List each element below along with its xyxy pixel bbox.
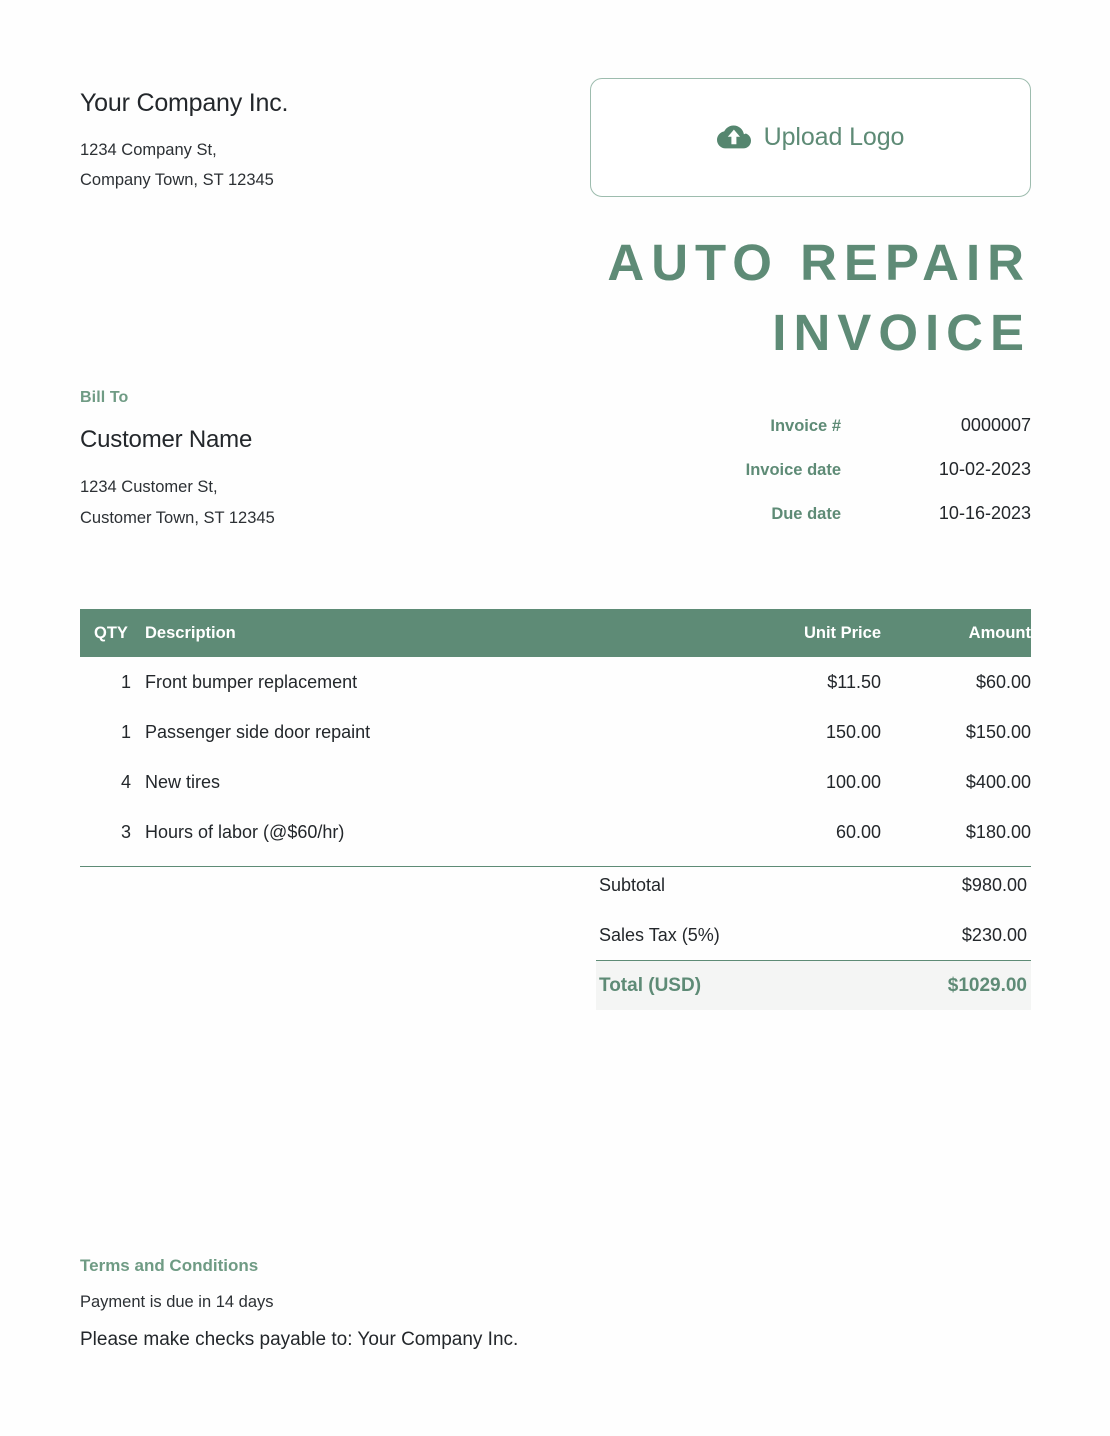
company-name: Your Company Inc. [80,89,289,117]
customer-name: Customer Name [80,426,253,453]
due-date-value[interactable]: 10-16-2023 [841,503,1031,524]
invoice-date-label: Invoice date [745,461,841,479]
row-amount: $180.00 [965,821,1031,842]
invoice-number-label: Invoice # [770,417,841,435]
column-header-amount: Amount [968,623,1031,642]
invoice-date-value[interactable]: 10-02-2023 [841,459,1031,480]
cloud-upload-icon [716,124,751,151]
sales-tax-value: $230.00 [961,924,1027,945]
column-header-qty: QTY [94,623,128,642]
upload-logo-label: Upload Logo [763,123,905,151]
invoice-page: Your Company Inc. 1234 Company St, Compa… [0,0,1110,1436]
totals-block: Subtotal $980.00 Sales Tax (5%) $230.00 … [596,860,1031,1010]
sales-tax-row: Sales Tax (5%) $230.00 [596,910,1031,960]
row-amount: $150.00 [965,721,1031,742]
table-header-row: QTY Description Unit Price Amount [80,609,1031,657]
row-description: Passenger side door repaint [145,721,371,742]
column-header-unit-price: Unit Price [803,623,881,642]
column-header-description: Description [145,623,236,642]
bill-to-label: Bill To [80,389,129,406]
terms-line-checks: Please make checks payable to: Your Comp… [80,1329,519,1350]
meta-row: Due date 10-16-2023 [611,503,1031,547]
bill-to-block: Bill To Customer Name 1234 Customer St, … [80,389,510,533]
row-unit-price: $11.50 [827,671,881,692]
table-row[interactable]: 3 Hours of labor (@$60/hr) 60.00 $180.00 [80,807,1031,857]
row-description: Hours of labor (@$60/hr) [145,821,345,842]
table-row[interactable]: 4 New tires 100.00 $400.00 [80,757,1031,807]
company-block: Your Company Inc. 1234 Company St, Compa… [80,78,288,196]
customer-address: 1234 Customer St, Customer Town, ST 1234… [80,478,275,527]
grand-total-row: Total (USD) $1029.00 [596,960,1031,1010]
invoice-header: Your Company Inc. 1234 Company St, Compa… [80,78,1031,197]
row-amount: $400.00 [965,771,1031,792]
company-address: 1234 Company St, Company Town, ST 12345 [80,140,274,190]
terms-title: Terms and Conditions [80,1256,259,1275]
invoice-meta: Invoice # 0000007 Invoice date 10-02-202… [611,415,1031,547]
subtotal-label: Subtotal [599,874,666,895]
grand-total-label: Total (USD) [599,974,702,996]
row-qty: 1 [120,671,131,692]
row-unit-price: 60.00 [835,821,881,842]
row-unit-price: 150.00 [825,721,881,742]
row-unit-price: 100.00 [825,771,881,792]
table-row[interactable]: 1 Front bumper replacement $11.50 $60.00 [80,657,1031,707]
terms-line-payment: Payment is due in 14 days [80,1293,274,1311]
meta-row: Invoice # 0000007 [611,415,1031,459]
table-row[interactable]: 1 Passenger side door repaint 150.00 $15… [80,707,1031,757]
row-qty: 1 [120,721,131,742]
terms-block: Terms and Conditions Payment is due in 1… [80,1256,780,1351]
row-description: New tires [145,771,221,792]
meta-row: Invoice date 10-02-2023 [611,459,1031,503]
row-description: Front bumper replacement [145,671,358,692]
sales-tax-label: Sales Tax (5%) [599,924,720,945]
row-qty: 3 [120,821,131,842]
page-title: AUTO REPAIR INVOICE [607,234,1031,362]
grand-total-value: $1029.00 [947,974,1027,996]
row-amount: $60.00 [975,671,1031,692]
invoice-number-value[interactable]: 0000007 [841,415,1031,436]
upload-logo-button[interactable]: Upload Logo [590,78,1031,197]
row-qty: 4 [120,771,131,792]
subtotal-value: $980.00 [961,874,1027,895]
due-date-label: Due date [771,505,841,523]
line-items-table: QTY Description Unit Price Amount 1 Fron… [80,609,1031,867]
subtotal-row: Subtotal $980.00 [596,860,1031,910]
